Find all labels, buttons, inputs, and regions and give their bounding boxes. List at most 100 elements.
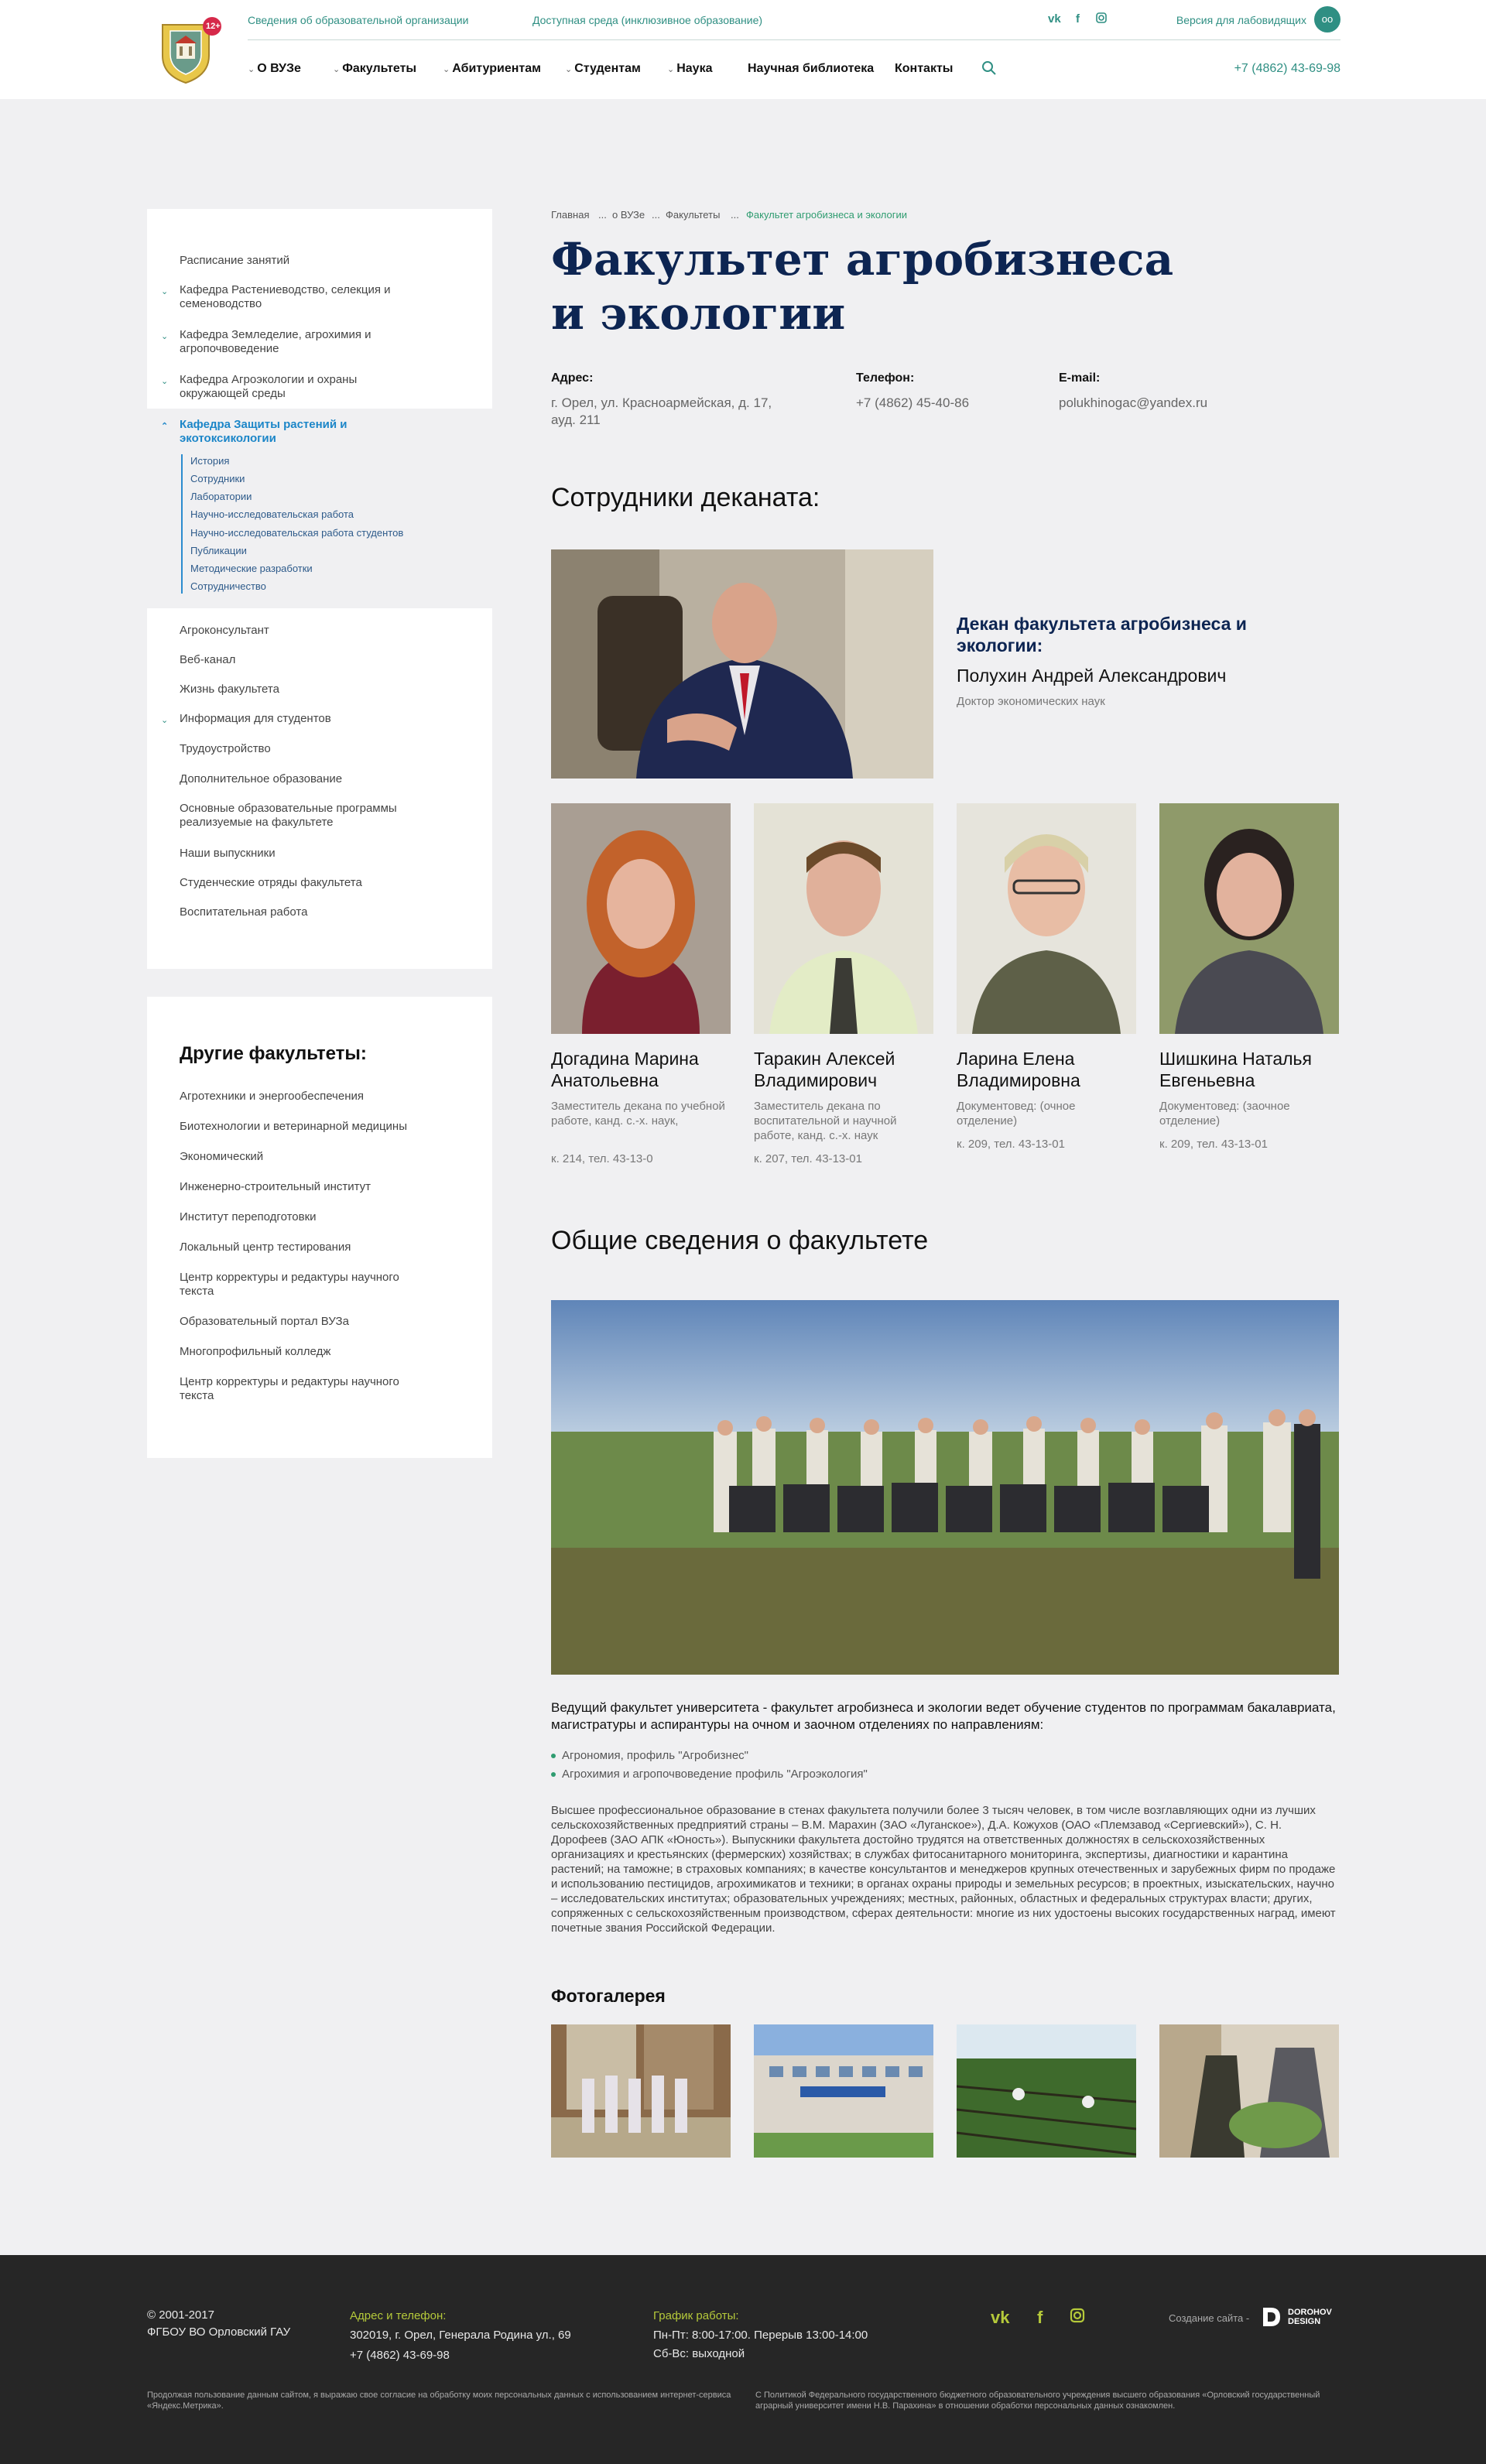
nav-students[interactable]: ⌄ Студентам bbox=[565, 62, 641, 76]
faculty-link[interactable]: Центр корректуры и редактуры научного те… bbox=[180, 1271, 435, 1299]
phone-value[interactable]: +7 (4862) 45-40-86 bbox=[856, 395, 969, 412]
nav-science-label: Наука bbox=[676, 62, 713, 75]
footer-note-privacy: С Политикой Федерального государственног… bbox=[755, 2390, 1320, 2411]
sidebar-item-schedule[interactable]: Расписание занятий bbox=[180, 254, 443, 268]
subitem-student-research[interactable]: Научно-исследовательская работа студенто… bbox=[190, 527, 403, 539]
subitem-research[interactable]: Научно-исследовательская работа bbox=[190, 508, 354, 520]
sidebar-item-dept-plant-protection[interactable]: ⌃ Кафедра Защиты растений и экотоксиколог… bbox=[161, 418, 365, 446]
breadcrumb-faculties[interactable]: Факультеты bbox=[666, 209, 720, 221]
sidebar-item-label: Кафедра Агроэкологии и охраны окружающей… bbox=[180, 373, 358, 400]
sidebar-item-agroconsultant[interactable]: Агроконсультант bbox=[180, 624, 269, 638]
nav-about-label: О ВУЗе bbox=[257, 62, 301, 75]
sidebar-item-programs[interactable]: Основные образовательные программы реали… bbox=[180, 802, 435, 830]
search-icon[interactable] bbox=[981, 60, 997, 76]
breadcrumb-separator: ... bbox=[731, 209, 739, 221]
sidebar-item-label: Кафедра Защиты растений и экотоксикологи… bbox=[180, 418, 348, 445]
breadcrumb-home[interactable]: Главная bbox=[551, 209, 589, 221]
staff-room: к. 209, тел. 43-13-01 bbox=[1159, 1138, 1268, 1151]
staff-position: Заместитель декана по воспитательной и н… bbox=[754, 1100, 897, 1142]
developer-logo[interactable]: DOROHOV DESIGN bbox=[1260, 2306, 1337, 2329]
faculty-link[interactable]: Биотехнологии и ветеринарной медицины bbox=[180, 1120, 407, 1134]
sidebar-item-label: Информация для студентов bbox=[180, 712, 331, 725]
nav-faculties[interactable]: ⌄ Факультеты bbox=[333, 62, 416, 76]
subitem-publications[interactable]: Публикации bbox=[190, 545, 247, 556]
footer-vk-icon[interactable]: vk bbox=[991, 2308, 1009, 2328]
other-faculties-title: Другие факультеты: bbox=[180, 1043, 367, 1064]
email-value[interactable]: polukhinogac@yandex.ru bbox=[1059, 395, 1207, 412]
subitem-methods[interactable]: Методические разработки bbox=[190, 563, 313, 574]
subitem-cooperation[interactable]: Сотрудничество bbox=[190, 580, 266, 592]
staff-photo bbox=[957, 803, 1136, 1034]
footer-facebook-icon[interactable]: f bbox=[1037, 2308, 1043, 2328]
glasses-icon[interactable]: oo bbox=[1314, 6, 1340, 33]
nav-library[interactable]: Научная библиотека bbox=[748, 62, 874, 76]
page-title-line1: Факультет агробизнеса bbox=[551, 233, 1174, 286]
sidebar-item-faculty-life[interactable]: Жизнь факультета bbox=[180, 683, 279, 696]
faculty-link[interactable]: Агротехники и энергообеспечения bbox=[180, 1090, 364, 1104]
footer-instagram-icon[interactable] bbox=[1070, 2308, 1085, 2328]
faculty-link[interactable]: Многопрофильный колледж bbox=[180, 1345, 330, 1359]
nav-applicants[interactable]: ⌄ Абитуриентам bbox=[443, 62, 541, 76]
facebook-icon[interactable]: f bbox=[1076, 12, 1080, 26]
chevron-down-icon: ⌄ bbox=[161, 287, 169, 296]
staff-position: Документовед: (очное отделение) bbox=[957, 1100, 1076, 1128]
gallery-photo[interactable] bbox=[754, 2024, 933, 2158]
nav-contacts[interactable]: Контакты bbox=[895, 62, 953, 76]
nav-about[interactable]: ⌄ О ВУЗе bbox=[248, 62, 301, 76]
subitem-labs[interactable]: Лаборатории bbox=[190, 491, 252, 502]
sidebar-item-student-info[interactable]: ⌄ Информация для студентов bbox=[161, 712, 331, 726]
breadcrumb-about[interactable]: о ВУЗе bbox=[612, 209, 645, 221]
faculty-link[interactable]: Институт переподготовки bbox=[180, 1210, 317, 1224]
staff-section-title: Сотрудники деканата: bbox=[551, 483, 820, 512]
sidebar-item-dept-agriculture[interactable]: ⌄ Кафедра Земледелие, агрохимия и агропоч… bbox=[161, 328, 419, 356]
site-header: 12+ Сведения об образовательной организа… bbox=[0, 0, 1486, 99]
sidebar-item-dept-agroecology[interactable]: ⌄ Кафедра Агроэкологии и охраны окружающе… bbox=[161, 373, 419, 401]
nav-science[interactable]: ⌄ Наука bbox=[667, 62, 712, 76]
accessibility-link[interactable]: Доступная среда (инклюзивное образование… bbox=[532, 14, 762, 26]
faculty-link[interactable]: Инженерно-строительный институт bbox=[180, 1180, 371, 1194]
gallery-photo[interactable] bbox=[551, 2024, 731, 2158]
university-logo[interactable]: 12+ bbox=[147, 9, 224, 87]
subitem-staff[interactable]: Сотрудники bbox=[190, 473, 245, 484]
developer-name-1: DOROHOV bbox=[1288, 2308, 1332, 2317]
sidebar-item-employment[interactable]: Трудоустройство bbox=[180, 742, 271, 756]
header-phone[interactable]: +7 (4862) 43-69-98 bbox=[1234, 62, 1340, 76]
other-faculties-panel: Другие факультеты: Агротехники и энергоо… bbox=[147, 997, 492, 1458]
faculty-link[interactable]: Центр корректуры и редактуры научного те… bbox=[180, 1375, 435, 1403]
sidebar-item-dept-crops[interactable]: ⌄ Кафедра Растениеводство, селекция и сем… bbox=[161, 283, 419, 311]
sidebar-item-student-teams[interactable]: Студенческие отряды факультета bbox=[180, 876, 362, 890]
footer-address: 302019, г. Орел, Генерала Родина ул., 69 bbox=[350, 2329, 571, 2342]
footer-phone[interactable]: +7 (4862) 43-69-98 bbox=[350, 2346, 450, 2365]
nav-applicants-label: Абитуриентам bbox=[452, 62, 541, 75]
staff-name: Таракин Алексей Владимирович bbox=[754, 1049, 895, 1090]
staff-room: к. 207, тел. 43-13-01 bbox=[754, 1152, 862, 1165]
direction-item: Агрономия, профиль "Агробизнес" bbox=[551, 1749, 748, 1762]
vk-icon[interactable]: vk bbox=[1048, 12, 1061, 26]
staff-name: Ларина Елена Владимировна bbox=[957, 1049, 1080, 1090]
sidebar-item-graduates[interactable]: Наши выпускники bbox=[180, 847, 276, 861]
dean-degree: Доктор экономических наук bbox=[957, 695, 1105, 708]
gallery-title: Фотогалерея bbox=[551, 1986, 666, 2006]
gallery-photo[interactable] bbox=[957, 2024, 1136, 2158]
general-text: Высшее профессиональное образование в ст… bbox=[551, 1804, 1336, 1935]
footer-copyright: © 2001-2017 bbox=[147, 2308, 214, 2322]
sidebar-item-extra-edu[interactable]: Дополнительное образование bbox=[180, 772, 342, 786]
low-vision-link[interactable]: Версия для лабовидящих bbox=[1176, 14, 1306, 26]
instagram-icon[interactable] bbox=[1096, 12, 1107, 26]
sidebar-item-label: Кафедра Растениеводство, селекция и семе… bbox=[180, 283, 391, 310]
sidebar-item-webchannel[interactable]: Веб-канал bbox=[180, 653, 235, 667]
org-info-link[interactable]: Сведения об образовательной организации bbox=[248, 14, 468, 26]
faculty-link[interactable]: Экономический bbox=[180, 1150, 263, 1164]
general-intro: Ведущий факультет университета - факульт… bbox=[551, 1700, 1336, 1732]
gallery-photo[interactable] bbox=[1159, 2024, 1339, 2158]
group-photo bbox=[551, 1300, 1339, 1675]
sidebar-item-upbringing[interactable]: Воспитательная работа bbox=[180, 905, 307, 919]
footer-address-label: Адрес и телефон: bbox=[350, 2309, 447, 2322]
nav-students-label: Студентам bbox=[574, 62, 641, 75]
top-bar: Сведения об образовательной организации … bbox=[248, 6, 1340, 40]
subitem-history[interactable]: История bbox=[190, 455, 229, 467]
dean-role: Декан факультета агробизнеса и экологии: bbox=[957, 614, 1247, 655]
chevron-down-icon: ⌄ bbox=[248, 65, 255, 74]
faculty-link[interactable]: Образовательный портал ВУЗа bbox=[180, 1315, 349, 1329]
faculty-link[interactable]: Локальный центр тестирования bbox=[180, 1241, 351, 1254]
